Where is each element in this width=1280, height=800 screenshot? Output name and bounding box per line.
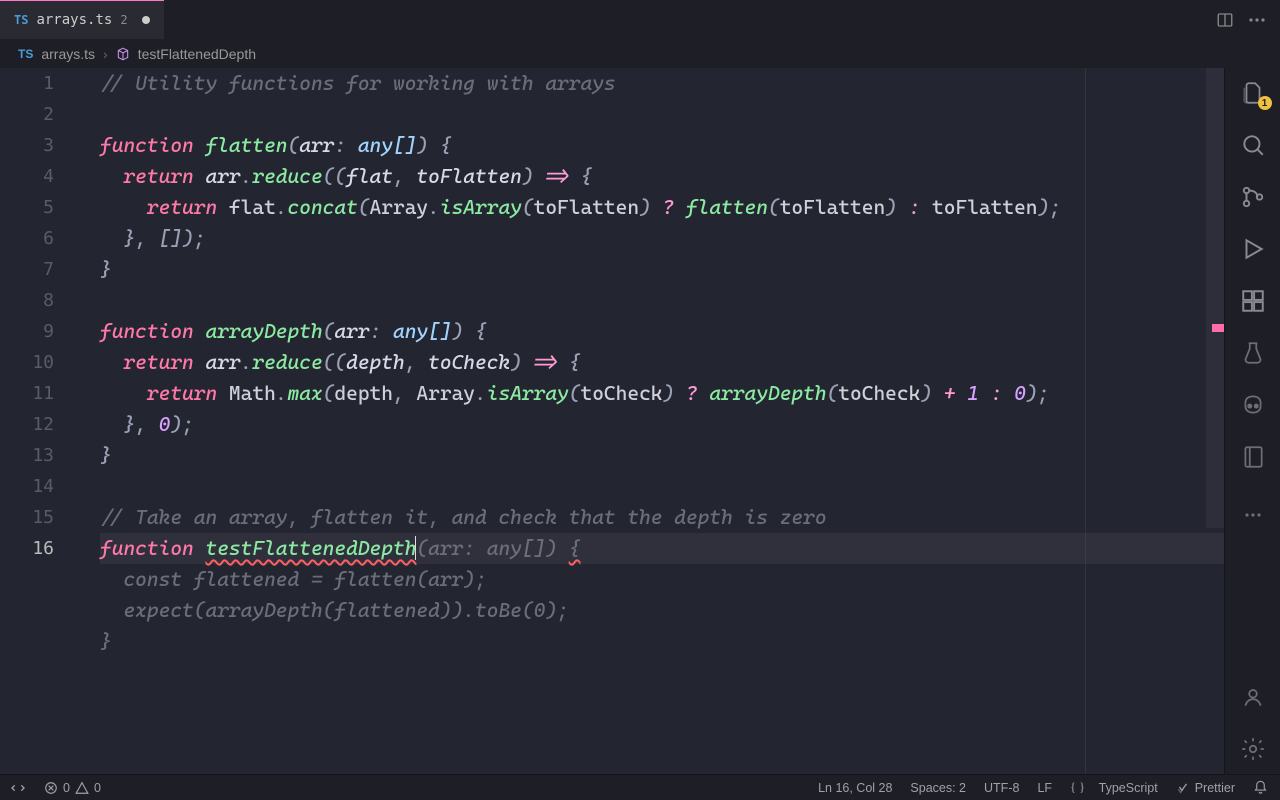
explorer-icon[interactable]: 1 [1238, 78, 1268, 108]
code-lines[interactable]: // Utility functions for working with ar… [100, 68, 1224, 657]
extensions-icon[interactable] [1238, 286, 1268, 316]
line-number-gutter: 1234 5678 9101112 13141516 [0, 68, 78, 564]
breadcrumb-symbol[interactable]: testFlattenedDepth [138, 46, 256, 62]
status-indent[interactable]: Spaces: 2 [910, 781, 966, 795]
notifications-icon[interactable] [1253, 780, 1268, 795]
testing-icon[interactable] [1238, 338, 1268, 368]
symbol-method-icon [116, 47, 130, 61]
activity-bar: 1 [1224, 68, 1280, 774]
search-icon[interactable] [1238, 130, 1268, 160]
notebook-icon[interactable] [1238, 442, 1268, 472]
tab-problem-count: 2 [120, 13, 127, 27]
settings-gear-icon[interactable] [1238, 734, 1268, 764]
breadcrumb-file[interactable]: arrays.ts [41, 46, 95, 62]
tab-filename: arrays.ts [36, 12, 112, 28]
status-formatter[interactable]: Prettier [1176, 781, 1235, 795]
remote-icon[interactable] [10, 780, 26, 796]
chevron-right-icon: › [103, 46, 108, 62]
tab-arrays[interactable]: TS arrays.ts 2 [0, 0, 164, 39]
status-encoding[interactable]: UTF-8 [984, 781, 1019, 795]
dirty-indicator-icon [142, 16, 150, 24]
status-eol[interactable]: LF [1037, 781, 1052, 795]
status-language[interactable]: { } TypeScript [1070, 780, 1158, 795]
copilot-icon[interactable] [1238, 390, 1268, 420]
explorer-badge: 1 [1258, 96, 1272, 110]
run-debug-icon[interactable] [1238, 234, 1268, 264]
tab-bar: TS arrays.ts 2 [0, 0, 1280, 40]
text-cursor [415, 536, 416, 560]
source-control-icon[interactable] [1238, 182, 1268, 212]
status-bar: 0 0 Ln 16, Col 28 Spaces: 2 UTF-8 LF { }… [0, 774, 1280, 800]
account-icon[interactable] [1238, 682, 1268, 712]
problems-status[interactable]: 0 0 [44, 781, 101, 795]
typescript-icon: TS [14, 13, 28, 27]
status-line-col[interactable]: Ln 16, Col 28 [818, 781, 892, 795]
overflow-icon[interactable] [1238, 500, 1268, 530]
breadcrumb[interactable]: TS arrays.ts › testFlattenedDepth [0, 40, 1280, 68]
more-actions-icon[interactable] [1248, 11, 1266, 29]
split-editor-icon[interactable] [1216, 11, 1234, 29]
code-editor[interactable]: 1234 5678 9101112 13141516 // Utility fu… [0, 68, 1224, 774]
typescript-icon: TS [18, 47, 33, 61]
